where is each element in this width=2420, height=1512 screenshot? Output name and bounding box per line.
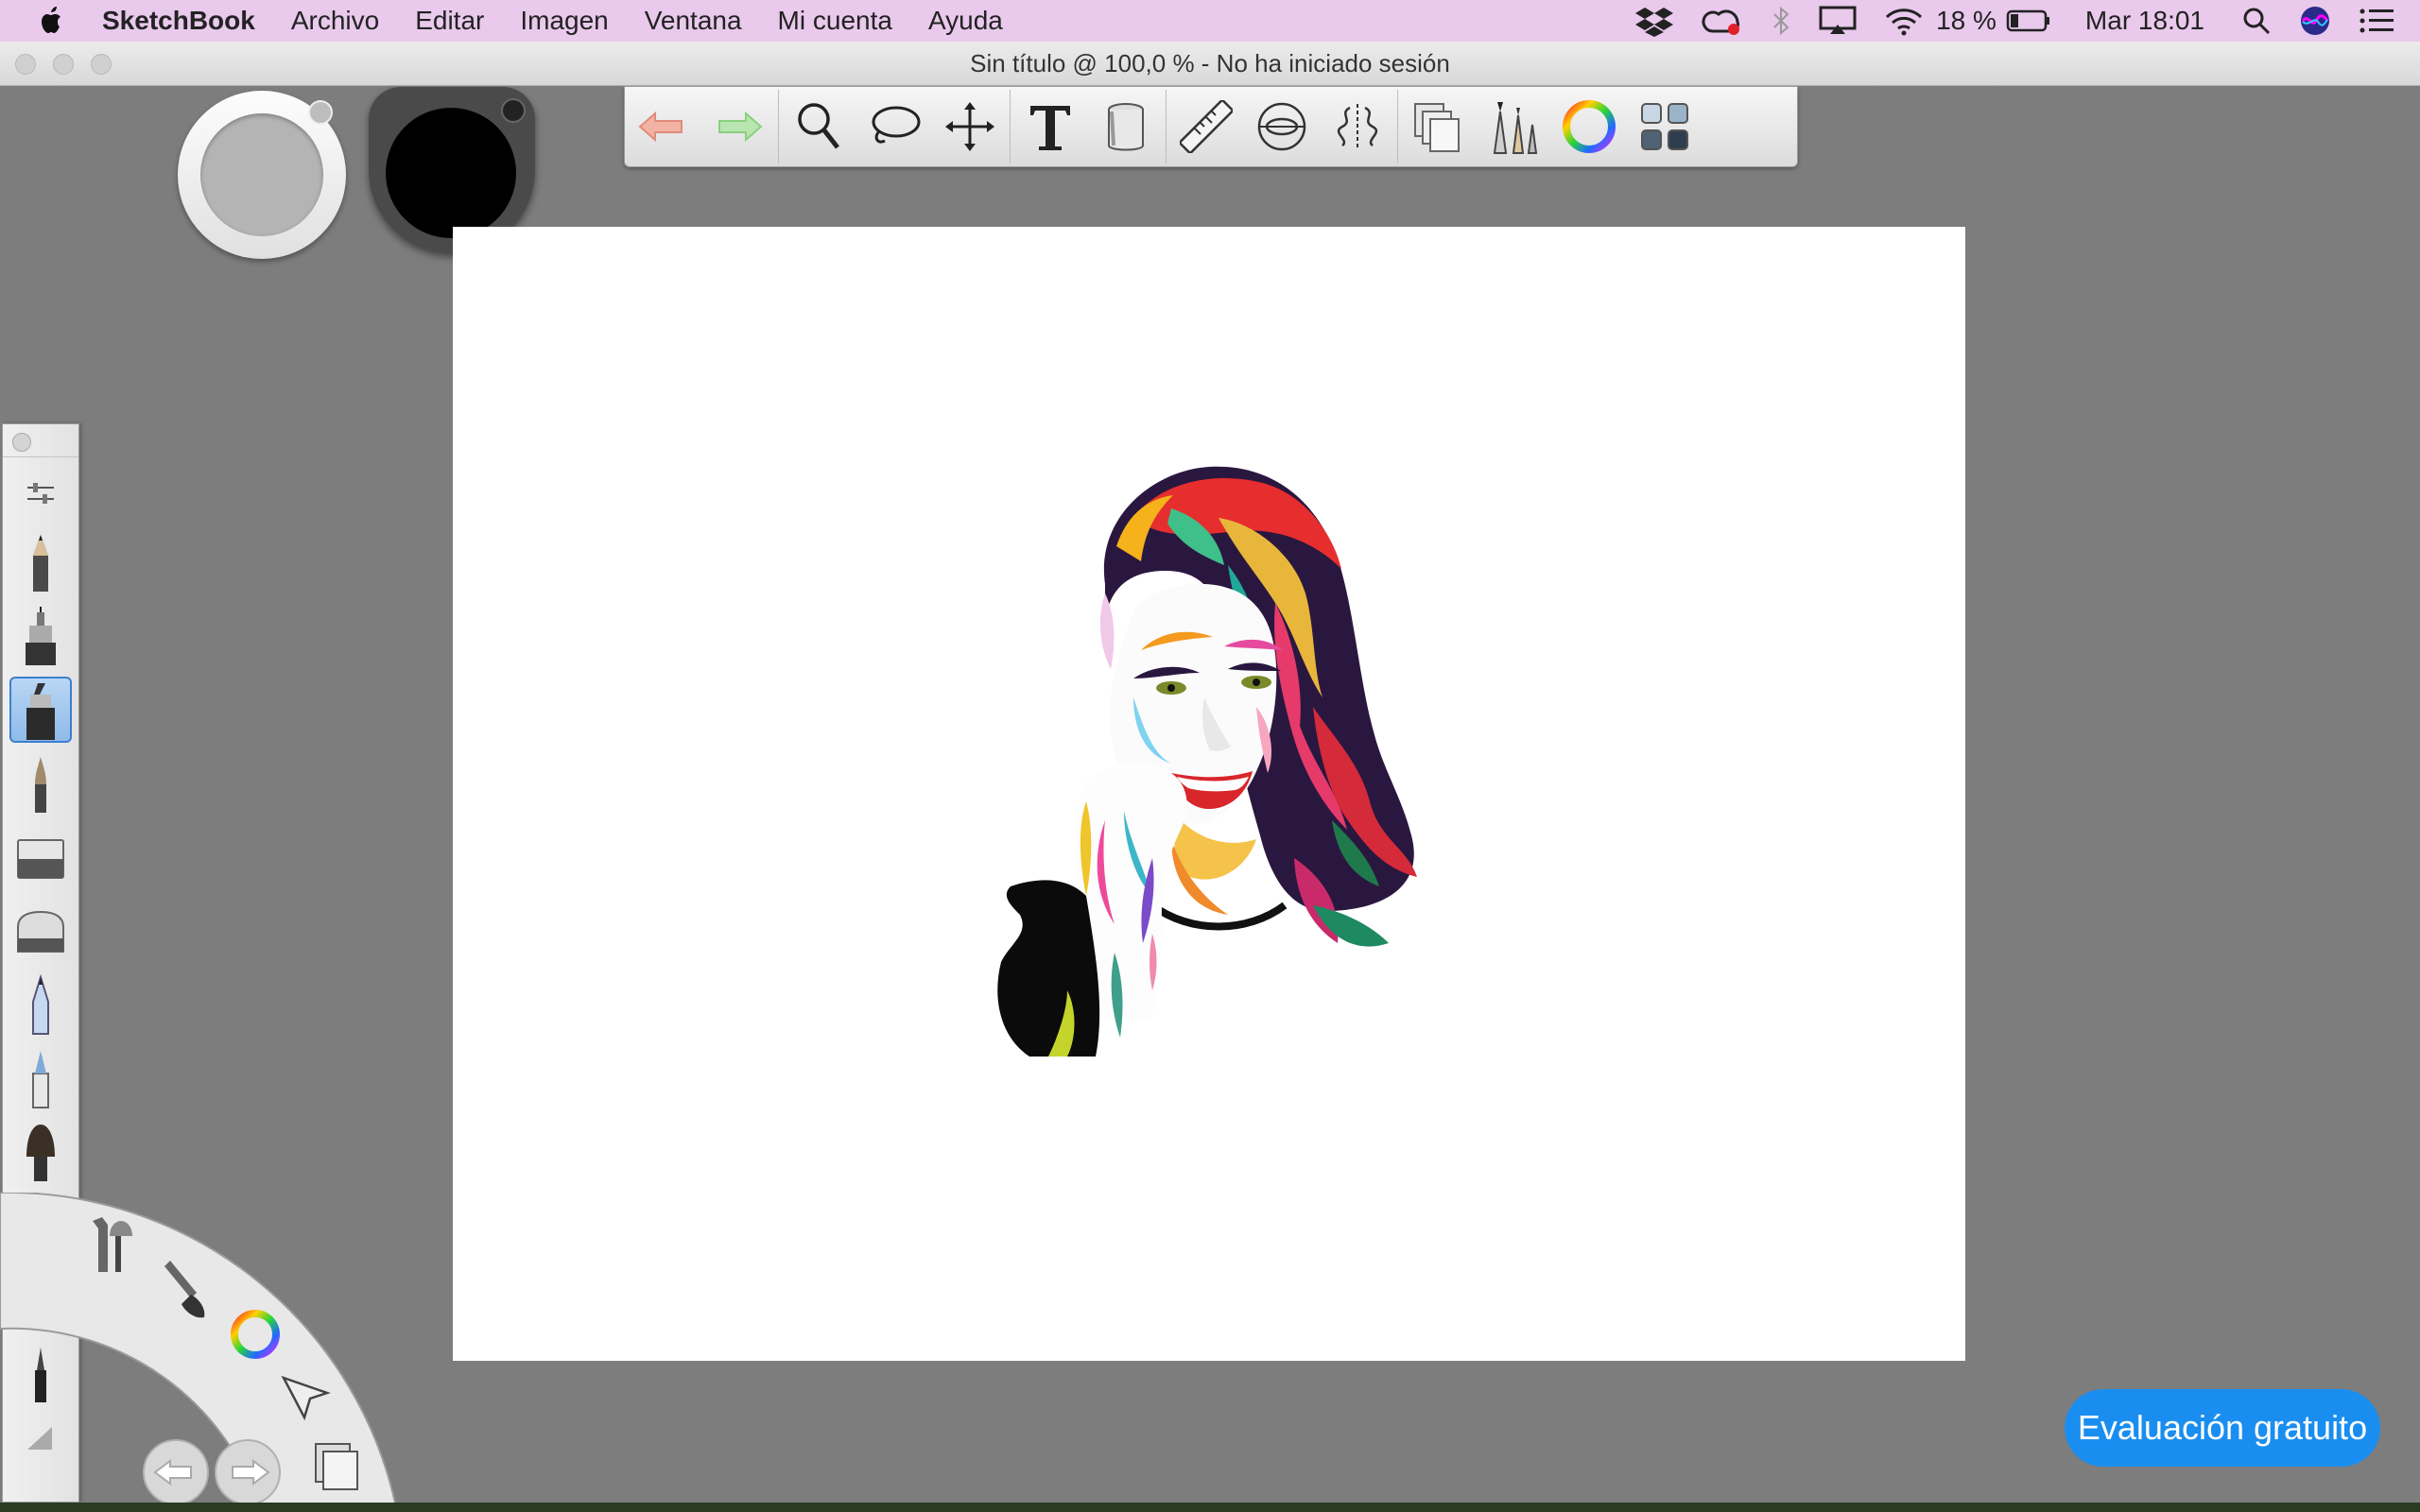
brush-palette-header[interactable] bbox=[3, 424, 78, 457]
ruler-button[interactable] bbox=[1168, 89, 1244, 164]
brush-ballpoint-pen[interactable] bbox=[9, 971, 72, 1038]
toolbar-separator bbox=[1397, 90, 1398, 163]
lasso-button[interactable] bbox=[856, 89, 932, 164]
brush-properties-button[interactable] bbox=[9, 465, 72, 522]
redo-button[interactable] bbox=[700, 89, 776, 164]
copic-library-button[interactable] bbox=[1627, 89, 1703, 164]
spotlight-icon[interactable] bbox=[2242, 7, 2271, 35]
hard-eraser-icon bbox=[17, 910, 64, 953]
toolbar-separator bbox=[778, 90, 779, 163]
close-palette-button[interactable] bbox=[12, 433, 31, 452]
menu-mi-cuenta[interactable]: Mi cuenta bbox=[778, 6, 892, 36]
zoom-icon bbox=[798, 103, 839, 149]
sliders-icon bbox=[27, 483, 54, 504]
menu-editar[interactable]: Editar bbox=[415, 6, 484, 36]
close-window-button[interactable] bbox=[15, 54, 36, 75]
marker-icon bbox=[26, 683, 55, 740]
brush-technical-pen[interactable] bbox=[9, 603, 72, 669]
ruler-icon bbox=[1180, 100, 1233, 153]
lagoon-undo-button[interactable] bbox=[143, 1439, 209, 1505]
copic-library-icon bbox=[1641, 103, 1688, 150]
flat-brush-icon bbox=[26, 1125, 55, 1181]
color-editor-button[interactable] bbox=[1551, 89, 1627, 164]
lasso-icon bbox=[872, 106, 921, 144]
battery-icon[interactable] bbox=[2006, 9, 2051, 33]
menu-archivo[interactable]: Archivo bbox=[291, 6, 379, 36]
color-wheel-icon bbox=[1563, 100, 1616, 153]
secondary-color-puck[interactable] bbox=[178, 91, 346, 259]
secondary-color-swatch bbox=[200, 113, 323, 236]
zoom-button[interactable] bbox=[781, 89, 856, 164]
window-title-bar: Sin título @ 100,0 % - No ha iniciado se… bbox=[0, 42, 2420, 86]
pop-art-portrait-illustration bbox=[997, 466, 1417, 1057]
brush-paintbrush[interactable] bbox=[9, 750, 72, 816]
main-toolbar bbox=[624, 86, 1798, 167]
symmetry-button[interactable] bbox=[1320, 89, 1395, 164]
menu-imagen[interactable]: Imagen bbox=[520, 6, 608, 36]
window-controls bbox=[15, 54, 129, 75]
creative-cloud-icon[interactable] bbox=[1702, 5, 1743, 37]
text-button[interactable] bbox=[1012, 89, 1088, 164]
paintbrush-icon bbox=[35, 756, 46, 813]
toolbar-separator bbox=[1166, 90, 1167, 163]
felt-pen-icon bbox=[32, 1051, 49, 1108]
clock[interactable]: Mar 18:01 bbox=[2085, 6, 2204, 36]
bluetooth-icon[interactable] bbox=[1772, 5, 1790, 37]
fill-button[interactable] bbox=[1088, 89, 1164, 164]
menu-ventana[interactable]: Ventana bbox=[645, 6, 742, 36]
brush-pencil[interactable] bbox=[9, 529, 72, 595]
lagoon-radial-menu bbox=[0, 1193, 399, 1512]
lagoon-redo-button[interactable] bbox=[215, 1439, 281, 1505]
brushes-icon bbox=[1493, 102, 1538, 154]
window-title: Sin título @ 100,0 % - No ha iniciado se… bbox=[970, 48, 1450, 77]
free-trial-button[interactable]: Evaluación gratuito bbox=[2065, 1389, 2380, 1467]
layers-button[interactable] bbox=[1400, 89, 1476, 164]
primary-color-swatch bbox=[386, 108, 516, 238]
puck-toggle-dot[interactable] bbox=[501, 98, 526, 123]
dropbox-icon[interactable] bbox=[1635, 5, 1674, 37]
drawing-canvas[interactable] bbox=[453, 227, 1965, 1361]
battery-percent[interactable]: 18 % bbox=[1936, 6, 1996, 36]
copy-icon[interactable] bbox=[315, 1443, 358, 1490]
airplay-icon[interactable] bbox=[1819, 6, 1857, 36]
move-button[interactable] bbox=[932, 89, 1008, 164]
brush-soft-eraser[interactable] bbox=[9, 824, 72, 890]
zoom-window-button[interactable] bbox=[91, 54, 112, 75]
ellipse-guide-button[interactable] bbox=[1244, 89, 1320, 164]
undo-button[interactable] bbox=[625, 89, 700, 164]
siri-icon[interactable] bbox=[2299, 5, 2331, 37]
redo-icon bbox=[718, 111, 763, 143]
status-area: 18 % Mar 18:01 bbox=[1607, 0, 2420, 42]
text-icon bbox=[1030, 106, 1070, 150]
menu-ayuda[interactable]: Ayuda bbox=[928, 6, 1003, 36]
layers-icon bbox=[1414, 103, 1460, 152]
ballpoint-pen-icon bbox=[32, 973, 49, 1035]
technical-pen-icon bbox=[26, 607, 56, 665]
wifi-icon[interactable] bbox=[1885, 6, 1923, 36]
brush-hard-eraser[interactable] bbox=[9, 898, 72, 964]
puck-toggle-dot[interactable] bbox=[308, 100, 333, 125]
app-name-menu[interactable]: SketchBook bbox=[102, 6, 255, 36]
move-icon bbox=[945, 102, 994, 151]
pencil-icon bbox=[33, 535, 48, 592]
desktop-edge bbox=[0, 1503, 2420, 1512]
symmetry-icon bbox=[1337, 104, 1378, 149]
notification-center-icon[interactable] bbox=[2360, 8, 2394, 34]
menu-bar: SketchBook Archivo Editar Imagen Ventana… bbox=[0, 0, 2420, 42]
brush-library-button[interactable] bbox=[1476, 89, 1551, 164]
undo-icon bbox=[638, 111, 683, 143]
fill-bucket-icon bbox=[1108, 103, 1144, 151]
soft-eraser-icon bbox=[17, 839, 64, 879]
toolbar-separator bbox=[1010, 90, 1011, 163]
apple-icon[interactable] bbox=[38, 5, 66, 37]
ellipse-guide-icon bbox=[1257, 102, 1306, 151]
brush-marker[interactable] bbox=[9, 677, 72, 743]
minimize-window-button[interactable] bbox=[53, 54, 74, 75]
brush-felt-pen[interactable] bbox=[9, 1045, 72, 1111]
brush-flat-brush[interactable] bbox=[9, 1119, 72, 1185]
